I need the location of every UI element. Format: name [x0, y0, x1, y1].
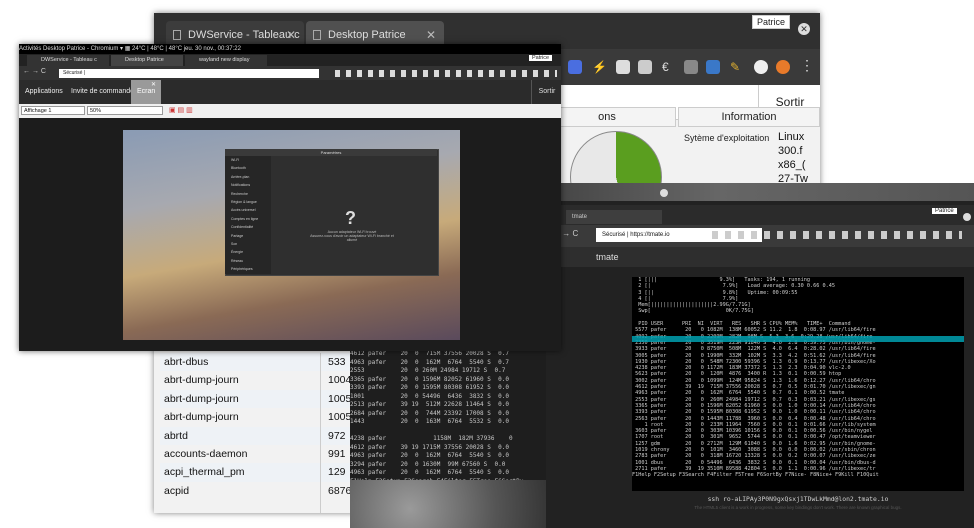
avatar-icon[interactable] — [776, 60, 790, 74]
b-icon[interactable] — [684, 60, 698, 74]
tab-desktop-patrice[interactable]: Desktop Patrice — [111, 55, 183, 66]
sidebar-item[interactable]: Périphériques — [231, 265, 271, 273]
tmate-browser-window: tmate Patrice ← → C Sécurisé | https://t… — [546, 183, 974, 528]
ssh-command: ssh ro-aLIPAy3P0N9gxQsxj1TDwLkMmd@lon2.t… — [707, 495, 889, 503]
os-value: Linux — [778, 131, 805, 143]
sidebar-item[interactable]: Partage — [231, 232, 271, 240]
settings-sidebar: Wi-Fi Bluetooth Arrière-plan Notificatio… — [225, 156, 271, 274]
sidebar-item[interactable]: Accès universel — [231, 206, 271, 214]
table-row[interactable]: acpid 6876 — [160, 482, 352, 500]
tab-tmate[interactable]: tmate — [566, 210, 662, 224]
os-value: x86_( — [778, 159, 806, 171]
tab-label: Desktop Patrice — [328, 29, 406, 41]
sidebar-item[interactable]: Région & langue — [231, 198, 271, 206]
htop-selected-row — [632, 336, 964, 342]
table-row[interactable]: abrt-dump-journ 1004 — [160, 371, 352, 389]
table-row[interactable]: abrtd 972 — [160, 426, 352, 445]
wallpaper-fragment — [350, 480, 550, 528]
sidebar-item[interactable]: Confidentialité — [231, 223, 271, 231]
clock-icon[interactable] — [754, 60, 768, 74]
close-icon[interactable]: ✕ — [151, 81, 156, 88]
tab-dwservice[interactable]: DWService - Tableau c — [27, 55, 109, 66]
window-close-icon[interactable] — [963, 213, 971, 221]
panel-header-information: Information — [678, 107, 820, 127]
user-badge[interactable]: Patrice — [529, 55, 553, 61]
nav-arrows-icon[interactable]: ← → C — [23, 68, 46, 75]
address-bar[interactable]: Sécurisé | — [59, 69, 319, 78]
process-table: abrt-dbus 533 abrt-dump-journ 1004 abrt-du… — [160, 353, 352, 500]
menu-dots-icon[interactable]: ⋮ — [800, 57, 814, 74]
tab-applications[interactable]: Applications — [19, 80, 69, 104]
client-notice: The HTML5 client is a work in progress, … — [694, 505, 902, 510]
table-row[interactable]: abrt-dump-journ 1005 — [160, 389, 352, 409]
close-icon[interactable] — [660, 189, 668, 197]
display-select[interactable]: Affichage 1 — [21, 106, 85, 115]
user-badge[interactable]: Patrice — [932, 208, 957, 214]
window-titlebar — [546, 183, 974, 201]
page-icon — [313, 30, 321, 40]
app-title: tmate — [546, 247, 974, 267]
sidebar-item[interactable]: Réseau — [231, 257, 271, 265]
table-row[interactable]: abrt-dbus 533 — [160, 353, 352, 372]
sidebar-item[interactable]: Recherche — [231, 190, 271, 198]
tab-label: DWService - Tableau c — [188, 29, 300, 41]
tab-wayland[interactable]: wayland new display — [185, 55, 267, 66]
tab-command-prompt[interactable]: Invite de commande — [65, 80, 140, 104]
sidebar-item[interactable]: Son — [231, 240, 271, 248]
dialog-message: Aucun adaptateur Wi-Fi trouvé Assurez-vo… — [310, 230, 394, 242]
zoom-select[interactable]: 50% — [87, 106, 163, 115]
sidebar-item[interactable]: Notifications — [231, 181, 271, 189]
column-divider — [320, 353, 321, 513]
logout-button[interactable]: Sortir — [531, 80, 561, 104]
bolt-icon[interactable]: ⚡ — [592, 60, 607, 74]
window-close-icon[interactable]: ✕ — [798, 23, 810, 35]
os-value: 300.f — [778, 145, 803, 157]
sidebar-item[interactable]: Bluetooth — [231, 164, 271, 172]
toolbar-icons[interactable]: ▣ ▤ ▥ — [169, 106, 193, 114]
table-row[interactable]: abrt-dump-journ 1005 — [160, 408, 352, 426]
table-row[interactable]: accounts-daemon 991 — [160, 445, 352, 463]
table-row[interactable]: acpi_thermal_pm 129 — [160, 463, 352, 482]
sidebar-item[interactable]: Comptes en ligne — [231, 215, 271, 223]
htop-terminal[interactable]: 1 [||| 9.3%] Tasks: 194, 1 running 2 [| … — [632, 277, 964, 491]
page-icon — [173, 30, 181, 40]
extension-icon[interactable] — [568, 60, 582, 74]
extension-icons[interactable] — [335, 70, 557, 77]
dialog-title: Paramètres — [225, 149, 437, 156]
user-badge[interactable]: Patrice — [752, 15, 791, 29]
note-icon[interactable] — [638, 60, 652, 74]
tab-screen[interactable]: Ecran — [131, 80, 162, 104]
pen-icon[interactable]: ✎ — [730, 60, 744, 74]
os-label: Sytème d'exploitation — [684, 133, 770, 143]
extension-icons[interactable] — [712, 231, 962, 239]
gnome-top-bar: Activités Desktop Patrice - Chromium ▾ ▦… — [19, 44, 561, 54]
e-icon[interactable]: € — [662, 60, 676, 74]
desktop-patrice-window: Activités Desktop Patrice - Chromium ▾ ▦… — [19, 44, 561, 351]
question-icon: ? — [345, 208, 356, 228]
chat-icon[interactable] — [616, 60, 630, 74]
m-icon[interactable] — [706, 60, 720, 74]
sidebar-item[interactable]: Énergie — [231, 248, 271, 256]
sidebar-item[interactable]: Arrière-plan — [231, 173, 271, 181]
sidebar-item[interactable]: Wi-Fi — [231, 156, 271, 164]
